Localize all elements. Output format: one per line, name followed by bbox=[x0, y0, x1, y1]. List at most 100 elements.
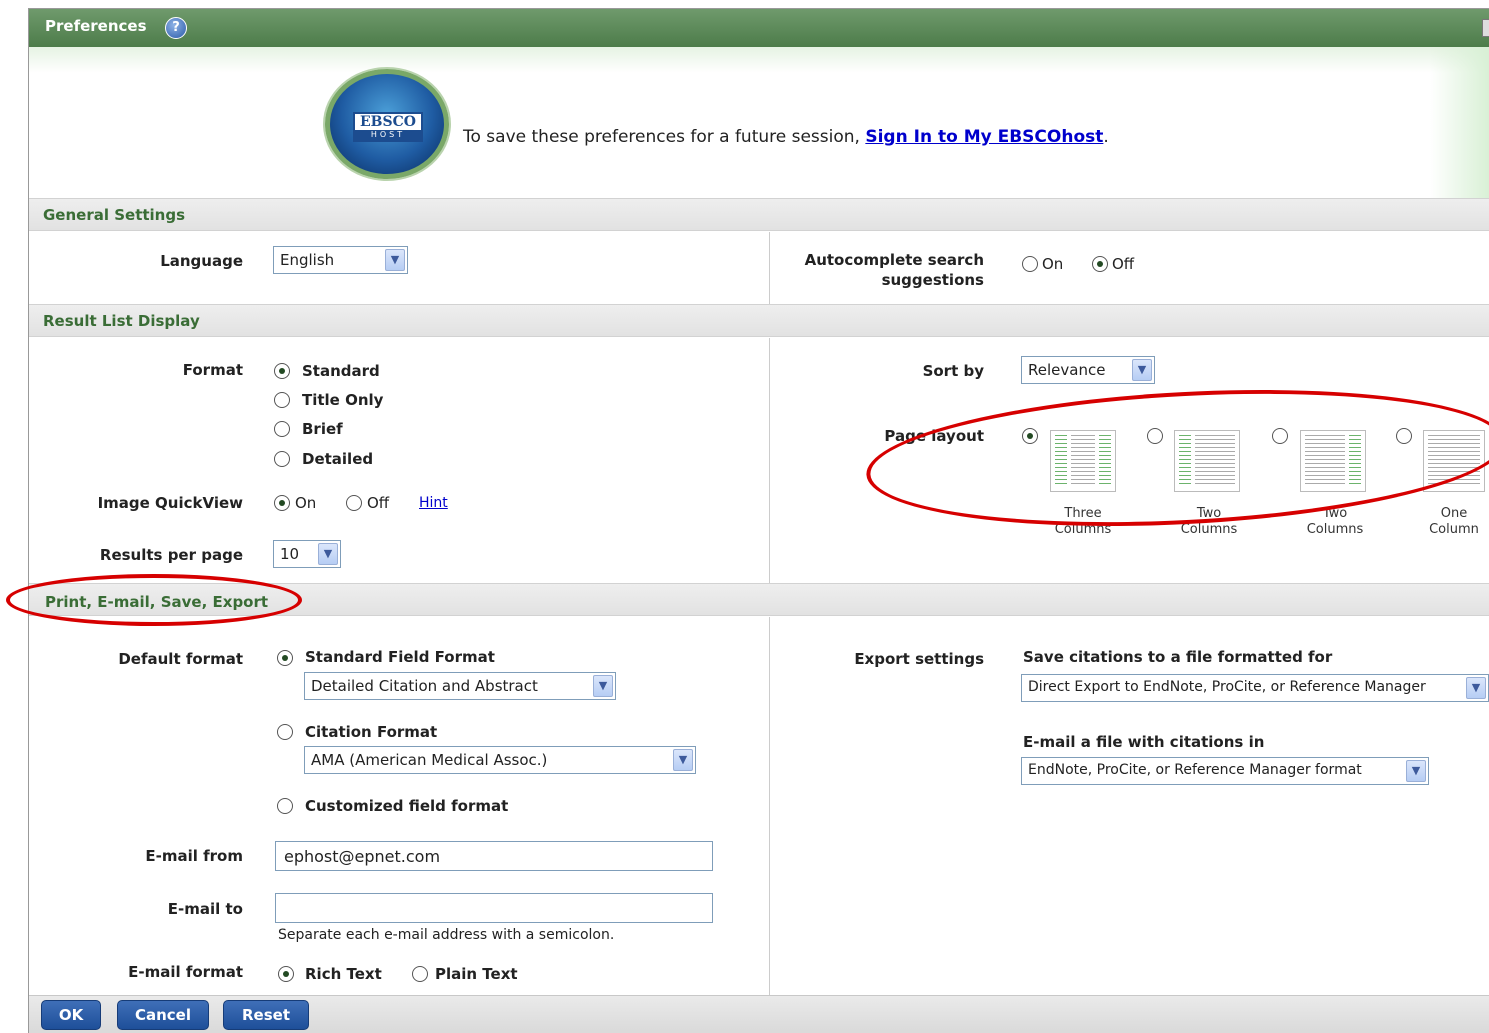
results-per-page-select[interactable]: 10 ▼ bbox=[273, 540, 341, 568]
layout-two-columns-right-radio[interactable] bbox=[1272, 428, 1288, 444]
citation-format-select[interactable]: AMA (American Medical Assoc.) ▼ bbox=[304, 746, 696, 774]
autocomplete-on-radio[interactable] bbox=[1022, 256, 1038, 272]
layout-two-right-caption-line1: Two bbox=[1322, 506, 1348, 521]
layout-two-columns-left-caption: Two Columns bbox=[1169, 506, 1249, 538]
ebscohost-logo: EBSCO HOST bbox=[325, 69, 449, 179]
banner-message: To save these preferences for a future s… bbox=[463, 127, 1109, 147]
general-settings-row: Language English ▼ Autocomplete search su… bbox=[29, 232, 1489, 304]
preferences-header: Preferences ? bbox=[29, 9, 1489, 47]
email-format-label: E-mail format bbox=[128, 963, 243, 981]
layout-two-columns-right-caption: Two Columns bbox=[1295, 506, 1375, 538]
rich-text-label: Rich Text bbox=[305, 965, 382, 983]
help-icon[interactable]: ? bbox=[165, 17, 187, 39]
email-from-label: E-mail from bbox=[145, 847, 243, 865]
chevron-down-icon: ▼ bbox=[593, 675, 613, 697]
chevron-down-icon: ▼ bbox=[673, 749, 693, 771]
three-columns-layout-icon[interactable] bbox=[1050, 430, 1116, 492]
quickview-on-label: On bbox=[295, 494, 317, 512]
two-columns-left-layout-icon[interactable] bbox=[1174, 430, 1240, 492]
email-citations-value: EndNote, ProCite, or Reference Manager f… bbox=[1028, 762, 1362, 778]
format-standard-radio[interactable] bbox=[274, 363, 290, 379]
language-value: English bbox=[280, 251, 335, 269]
layout-two-left-caption-line2: Columns bbox=[1180, 522, 1238, 537]
two-columns-right-layout-icon[interactable] bbox=[1300, 430, 1366, 492]
layout-one-column-caption: One Column bbox=[1419, 506, 1489, 538]
layout-two-left-caption-line1: Two bbox=[1196, 506, 1222, 521]
sign-in-link[interactable]: Sign In to My EBSCOhost bbox=[865, 127, 1103, 147]
save-citations-select[interactable]: Direct Export to EndNote, ProCite, or Re… bbox=[1021, 674, 1489, 702]
logo-line-host: HOST bbox=[355, 130, 421, 140]
result-list-row: Format Standard Title Only Brief Detaile… bbox=[29, 338, 1489, 583]
chevron-down-icon: ▼ bbox=[1132, 359, 1152, 381]
format-standard-label: Standard bbox=[302, 362, 380, 380]
banner-decoration bbox=[1430, 47, 1489, 199]
logo-wordmark: EBSCO HOST bbox=[353, 112, 423, 142]
export-row: Default format Standard Field Format Det… bbox=[29, 617, 1489, 995]
window-control-icon[interactable] bbox=[1482, 19, 1489, 37]
sort-by-label: Sort by bbox=[922, 362, 984, 380]
format-title-only-radio[interactable] bbox=[274, 392, 290, 408]
page-layout-label: Page layout bbox=[884, 427, 984, 445]
standard-field-format-label: Standard Field Format bbox=[305, 648, 495, 666]
quickview-off-radio[interactable] bbox=[346, 495, 362, 511]
result-list-section: Result List Display bbox=[29, 304, 1489, 337]
quickview-on-radio[interactable] bbox=[274, 495, 290, 511]
chevron-down-icon: ▼ bbox=[385, 249, 405, 271]
results-per-page-value: 10 bbox=[280, 545, 300, 563]
print-email-save-export-section: Print, E-mail, Save, Export bbox=[29, 583, 1489, 616]
banner-message-text: To save these preferences for a future s… bbox=[463, 127, 866, 147]
layout-three-caption-line2: Columns bbox=[1054, 522, 1112, 537]
quickview-off-label: Off bbox=[367, 494, 390, 512]
chevron-down-icon: ▼ bbox=[1466, 677, 1486, 699]
language-select[interactable]: English ▼ bbox=[273, 246, 408, 274]
one-column-layout-icon[interactable] bbox=[1423, 430, 1485, 492]
sort-by-value: Relevance bbox=[1028, 361, 1106, 379]
layout-three-columns-caption: Three Columns bbox=[1043, 506, 1123, 538]
plain-text-label: Plain Text bbox=[435, 965, 518, 983]
format-detailed-label: Detailed bbox=[302, 450, 374, 468]
customized-field-format-radio[interactable] bbox=[277, 798, 293, 814]
email-from-input[interactable] bbox=[275, 841, 713, 871]
chevron-down-icon: ▼ bbox=[318, 543, 338, 565]
page-title: Preferences bbox=[45, 17, 147, 35]
format-title-only-label: Title Only bbox=[302, 391, 384, 409]
autocomplete-off-label: Off bbox=[1112, 255, 1135, 273]
citation-format-radio[interactable] bbox=[277, 724, 293, 740]
layout-one-caption-line1: One bbox=[1440, 506, 1468, 521]
quickview-hint-link[interactable]: Hint bbox=[419, 495, 448, 511]
layout-two-columns-left-radio[interactable] bbox=[1147, 428, 1163, 444]
autocomplete-label-line1: Autocomplete search bbox=[804, 251, 984, 269]
banner-message-period: . bbox=[1103, 127, 1109, 147]
layout-one-column-radio[interactable] bbox=[1396, 428, 1412, 444]
rich-text-radio[interactable] bbox=[278, 966, 294, 982]
cancel-button[interactable]: Cancel bbox=[117, 1000, 209, 1030]
autocomplete-on-label: On bbox=[1042, 255, 1064, 273]
results-per-page-label: Results per page bbox=[99, 546, 243, 564]
email-citations-select[interactable]: EndNote, ProCite, or Reference Manager f… bbox=[1021, 757, 1429, 785]
citation-format-value: AMA (American Medical Assoc.) bbox=[311, 751, 548, 769]
layout-three-caption-line1: Three bbox=[1064, 506, 1102, 521]
email-to-label: E-mail to bbox=[167, 900, 243, 918]
format-detailed-radio[interactable] bbox=[274, 451, 290, 467]
language-label: Language bbox=[160, 252, 243, 270]
format-label: Format bbox=[182, 361, 243, 379]
default-format-label: Default format bbox=[118, 650, 243, 668]
email-to-hint: Separate each e-mail address with a semi… bbox=[278, 927, 615, 943]
section-title-export: Print, E-mail, Save, Export bbox=[45, 593, 269, 611]
preferences-panel: Preferences ? EBSCO HOST To save these p… bbox=[28, 8, 1489, 1033]
plain-text-radio[interactable] bbox=[412, 966, 428, 982]
format-brief-radio[interactable] bbox=[274, 421, 290, 437]
autocomplete-off-radio[interactable] bbox=[1092, 256, 1108, 272]
layout-one-caption-line2: Column bbox=[1429, 522, 1479, 537]
standard-field-format-radio[interactable] bbox=[277, 650, 293, 666]
sort-by-select[interactable]: Relevance ▼ bbox=[1021, 356, 1155, 384]
autocomplete-label: Autocomplete search suggestions bbox=[770, 250, 984, 290]
ok-button[interactable]: OK bbox=[41, 1000, 101, 1030]
email-to-input[interactable] bbox=[275, 893, 713, 923]
standard-field-format-select[interactable]: Detailed Citation and Abstract ▼ bbox=[304, 672, 616, 700]
email-citations-label: E-mail a file with citations in bbox=[1023, 733, 1265, 751]
layout-three-columns-radio[interactable] bbox=[1022, 428, 1038, 444]
section-title-result-list: Result List Display bbox=[43, 312, 200, 330]
image-quickview-label: Image QuickView bbox=[97, 494, 243, 512]
reset-button[interactable]: Reset bbox=[223, 1000, 309, 1030]
